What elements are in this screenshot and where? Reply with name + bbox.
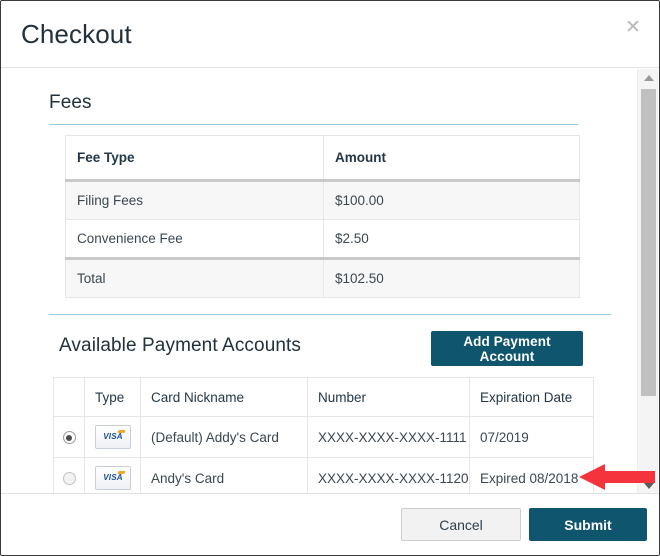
card-number-cell: XXXX-XXXX-XXXX-1111 [307, 416, 470, 458]
card-nickname-cell: Andy's Card [140, 457, 308, 495]
visa-card-icon: VISA [95, 466, 131, 490]
payment-accounts-table: Type Card Nickname Number Expiration Dat… [53, 377, 594, 495]
page-title: Checkout [21, 19, 132, 49]
scrollbar-thumb[interactable] [641, 89, 656, 396]
table-row: Convenience Fee $2.50 [65, 219, 580, 259]
column-header-type: Type [84, 377, 141, 417]
visa-card-icon: VISA [95, 425, 131, 449]
add-payment-account-button[interactable]: Add Payment Account [431, 331, 583, 366]
fee-amount-cell: $2.50 [323, 219, 580, 259]
modal-body-scroll-region: Fees Fee Type Amount Filing Fees $100.00 [1, 69, 638, 495]
fees-section-heading: Fees [49, 92, 92, 113]
table-row: Filing Fees $100.00 [65, 180, 580, 220]
modal-footer: Cancel Submit [1, 493, 659, 555]
fees-table: Fee Type Amount Filing Fees $100.00 Conv… [65, 135, 580, 298]
fee-type-cell-total: Total [65, 257, 324, 298]
section-divider [49, 314, 611, 315]
table-row[interactable]: VISA (Default) Addy's Card XXXX-XXXX-XXX… [53, 416, 594, 458]
column-header-number: Number [307, 377, 470, 417]
select-cell[interactable] [53, 416, 85, 458]
card-expiration-cell: 07/2019 [469, 416, 594, 458]
vertical-scrollbar[interactable] [637, 69, 658, 495]
table-row[interactable]: VISA Andy's Card XXXX-XXXX-XXXX-1120 Exp… [53, 457, 594, 495]
fee-type-cell: Filing Fees [65, 180, 324, 220]
fees-column-header-fee-type: Fee Type [65, 135, 324, 182]
visa-label: VISA [103, 473, 123, 482]
card-number-cell: XXXX-XXXX-XXXX-1120 [307, 457, 470, 495]
column-header-expiration-date: Expiration Date [469, 377, 594, 417]
modal-header: Checkout ✕ [1, 1, 659, 68]
card-type-cell: VISA [84, 457, 141, 495]
fees-table-header-row: Fee Type Amount [65, 135, 580, 182]
payment-account-radio-selected[interactable] [62, 431, 76, 445]
fees-column-header-amount: Amount [323, 135, 580, 182]
cancel-button[interactable]: Cancel [401, 508, 521, 541]
card-type-cell: VISA [84, 416, 141, 458]
card-expiration-cell-expired: Expired 08/2018 [469, 457, 594, 495]
fee-type-cell: Convenience Fee [65, 219, 324, 259]
submit-button[interactable]: Submit [529, 508, 647, 541]
fee-amount-cell: $100.00 [323, 180, 580, 220]
payment-accounts-header-row: Type Card Nickname Number Expiration Dat… [53, 377, 594, 417]
fees-heading-underline [49, 124, 578, 125]
checkout-modal: Checkout ✕ Fees Fee Type Amount Filing F… [0, 0, 660, 556]
payment-account-radio[interactable] [62, 472, 76, 486]
select-cell[interactable] [53, 457, 85, 495]
close-icon[interactable]: ✕ [620, 14, 646, 40]
column-header-card-nickname: Card Nickname [140, 377, 308, 417]
table-row: Total $102.50 [65, 257, 580, 298]
scroll-up-arrow-icon[interactable] [638, 69, 659, 87]
column-header-select [53, 377, 85, 417]
fee-amount-cell-total: $102.50 [323, 257, 580, 298]
payment-accounts-section-heading: Available Payment Accounts [59, 335, 302, 356]
card-nickname-cell: (Default) Addy's Card [140, 416, 308, 458]
visa-label: VISA [103, 432, 123, 441]
